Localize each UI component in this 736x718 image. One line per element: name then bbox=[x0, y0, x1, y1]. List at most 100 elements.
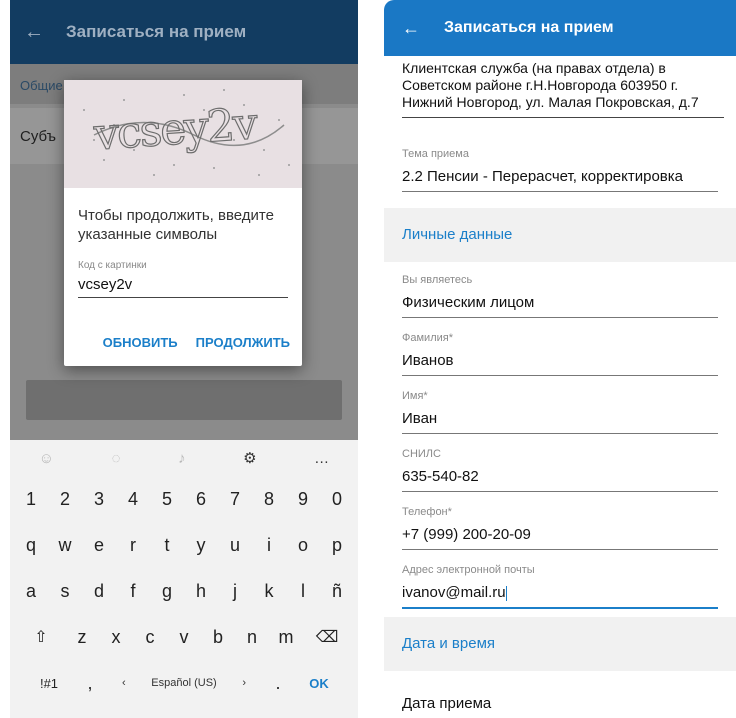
surname-input[interactable]: Иванов bbox=[402, 352, 718, 376]
key[interactable]: b bbox=[202, 617, 234, 657]
key[interactable]: p bbox=[321, 525, 353, 565]
topic-value[interactable]: 2.2 Пенсии - Перерасчет, корректировка bbox=[402, 168, 718, 192]
snils-input[interactable]: 635-540-82 bbox=[402, 468, 718, 492]
key[interactable]: 4 bbox=[117, 479, 149, 519]
comma-key[interactable]: , bbox=[74, 663, 106, 703]
key[interactable]: a bbox=[15, 571, 47, 611]
email-field[interactable]: Адрес электронной почты ivanov@mail.ru bbox=[384, 564, 736, 609]
captcha-image: vcsey2v bbox=[64, 80, 302, 188]
key[interactable]: 9 bbox=[287, 479, 319, 519]
back-arrow-icon[interactable]: ← bbox=[402, 18, 420, 39]
right-page-title: Записаться на прием bbox=[444, 19, 614, 36]
key[interactable]: f bbox=[117, 571, 149, 611]
captcha-instructions: Чтобы продолжить, введите указанные симв… bbox=[78, 207, 274, 243]
email-input[interactable]: ivanov@mail.ru bbox=[402, 584, 506, 601]
phone-label: Телефон* bbox=[402, 506, 452, 518]
phone-input[interactable]: +7 (999) 200-20-09 bbox=[402, 526, 718, 550]
key[interactable]: q bbox=[15, 525, 47, 565]
key[interactable]: j bbox=[219, 571, 251, 611]
keyboard-number-row: 1 2 3 4 5 6 7 8 9 0 bbox=[10, 476, 358, 522]
space-bar-label: Español (US) bbox=[151, 677, 217, 689]
disabled-submit-button bbox=[26, 380, 342, 420]
key[interactable]: 2 bbox=[49, 479, 81, 519]
key[interactable]: y bbox=[185, 525, 217, 565]
key[interactable]: g bbox=[151, 571, 183, 611]
key[interactable]: k bbox=[253, 571, 285, 611]
key[interactable]: n bbox=[236, 617, 268, 657]
key[interactable]: c bbox=[134, 617, 166, 657]
period-key[interactable]: . bbox=[262, 663, 294, 703]
key[interactable]: m bbox=[270, 617, 302, 657]
key[interactable]: d bbox=[83, 571, 115, 611]
back-arrow-icon[interactable]: ← bbox=[24, 21, 44, 44]
name-label: Имя* bbox=[402, 390, 428, 402]
appointment-date-label: Дата приема bbox=[402, 695, 492, 712]
name-field[interactable]: Имя* Иван bbox=[384, 390, 736, 434]
topic-label: Тема приема bbox=[402, 148, 469, 160]
more-options-icon[interactable]: … bbox=[314, 450, 329, 467]
key[interactable]: 8 bbox=[253, 479, 285, 519]
person-type-field[interactable]: Вы являетесь Физическим лицом bbox=[384, 274, 736, 318]
key[interactable]: v bbox=[168, 617, 200, 657]
key[interactable]: 3 bbox=[83, 479, 115, 519]
keyboard-row-3: ⇧ z x c v b n m ⌫ bbox=[10, 614, 358, 660]
ok-key[interactable]: OK bbox=[296, 663, 342, 703]
keyboard-row-1: q w e r t y u i o p bbox=[10, 522, 358, 568]
phone-field[interactable]: Телефон* +7 (999) 200-20-09 bbox=[384, 506, 736, 550]
refresh-button[interactable]: ОБНОВИТЬ bbox=[103, 335, 178, 350]
key[interactable]: r bbox=[117, 525, 149, 565]
key[interactable]: w bbox=[49, 525, 81, 565]
microphone-icon[interactable]: ♪ bbox=[178, 450, 186, 467]
left-screen: ← Записаться на прием Общие данные Субъ … bbox=[10, 0, 358, 718]
shift-icon[interactable]: ⇧ bbox=[18, 617, 64, 657]
key[interactable]: 1 bbox=[15, 479, 47, 519]
key[interactable]: h bbox=[185, 571, 217, 611]
key[interactable]: l bbox=[287, 571, 319, 611]
datetime-section: Дата и время bbox=[384, 617, 736, 671]
key[interactable]: u bbox=[219, 525, 251, 565]
text-cursor bbox=[505, 585, 507, 601]
topic-field[interactable]: Тема приема 2.2 Пенсии - Перерасчет, кор… bbox=[384, 148, 736, 192]
key[interactable]: x bbox=[100, 617, 132, 657]
chevron-left-icon: ‹ bbox=[122, 677, 126, 689]
key[interactable]: e bbox=[83, 525, 115, 565]
key[interactable]: ñ bbox=[321, 571, 353, 611]
left-app-bar: ← Записаться на прием bbox=[10, 0, 358, 64]
person-type-label: Вы являетесь bbox=[402, 274, 473, 286]
sticker-icon[interactable]: ◌ bbox=[112, 450, 121, 467]
snils-field[interactable]: СНИЛС 635-540-82 bbox=[384, 448, 736, 492]
settings-gear-icon[interactable]: ⚙ bbox=[243, 449, 256, 467]
key[interactable]: s bbox=[49, 571, 81, 611]
left-page-title: Записаться на прием bbox=[66, 22, 247, 41]
captcha-input[interactable]: vcsey2v bbox=[78, 276, 288, 298]
office-address: Клиентская служба (на правах отдела) в С… bbox=[402, 60, 699, 110]
chevron-right-icon: › bbox=[242, 677, 246, 689]
continue-button[interactable]: ПРОДОЛЖИТЬ bbox=[196, 335, 290, 350]
key[interactable]: z bbox=[66, 617, 98, 657]
key[interactable]: 7 bbox=[219, 479, 251, 519]
symbols-key[interactable]: !#1 bbox=[26, 663, 72, 703]
keyboard: ☺ ◌ ♪ ⚙ … 1 2 3 4 5 6 7 8 9 0 q w e r t … bbox=[10, 440, 358, 718]
keyboard-bottom-row: !#1 , ‹ Español (US) › . OK bbox=[10, 660, 358, 706]
key[interactable]: 6 bbox=[185, 479, 217, 519]
divider bbox=[402, 117, 724, 118]
captcha-dialog: vcsey2v Чтобы продолжить, введите указан… bbox=[64, 80, 302, 366]
backspace-icon[interactable]: ⌫ bbox=[304, 617, 350, 657]
key[interactable]: i bbox=[253, 525, 285, 565]
person-type-value[interactable]: Физическим лицом bbox=[402, 294, 718, 318]
keyboard-row-2: a s d f g h j k l ñ bbox=[10, 568, 358, 614]
right-app-bar: ← Записаться на прием bbox=[384, 0, 736, 56]
name-input[interactable]: Иван bbox=[402, 410, 718, 434]
snils-label: СНИЛС bbox=[402, 448, 441, 460]
personal-data-section: Личные данные bbox=[384, 208, 736, 262]
emoji-icon[interactable]: ☺ bbox=[39, 450, 54, 467]
right-screen: ← Записаться на прием Клиентская служба … bbox=[384, 0, 736, 718]
surname-label: Фамилия* bbox=[402, 332, 453, 344]
key[interactable]: 5 bbox=[151, 479, 183, 519]
key[interactable]: t bbox=[151, 525, 183, 565]
key[interactable]: 0 bbox=[321, 479, 353, 519]
space-bar[interactable]: ‹ Español (US) › bbox=[108, 663, 260, 703]
key[interactable]: o bbox=[287, 525, 319, 565]
email-input-wrap[interactable]: ivanov@mail.ru bbox=[402, 584, 718, 609]
surname-field[interactable]: Фамилия* Иванов bbox=[384, 332, 736, 376]
